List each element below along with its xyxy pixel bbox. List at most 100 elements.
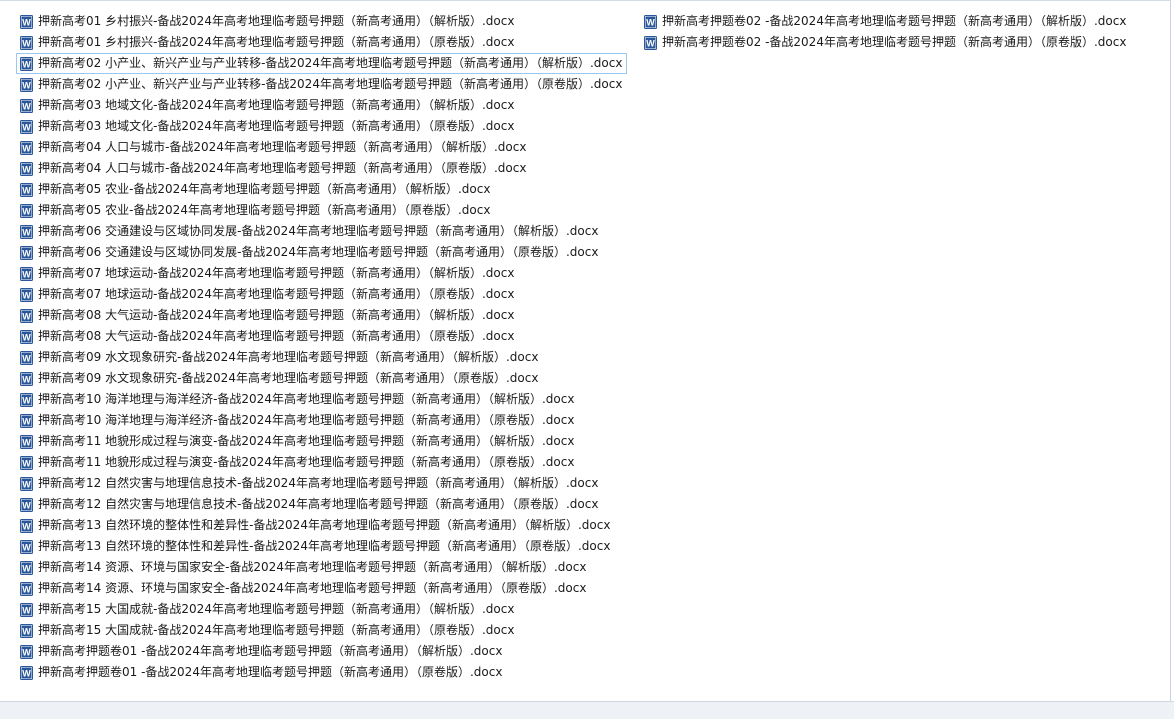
file-name: 押新高考13 自然环境的整体性和差异性-备战2024年高考地理临考题号押题（新高… xyxy=(38,539,611,553)
svg-text:W: W xyxy=(22,479,31,489)
file-item[interactable]: W 押新高考01 乡村振兴-备战2024年高考地理临考题号押题（新高考通用）（解… xyxy=(16,11,627,32)
file-item[interactable]: W 押新高考05 农业-备战2024年高考地理临考题号押题（新高考通用）（原卷版… xyxy=(16,200,627,221)
word-document-icon: W xyxy=(20,245,33,260)
file-name: 押新高考03 地域文化-备战2024年高考地理临考题号押题（新高考通用）（原卷版… xyxy=(38,119,515,133)
file-name: 押新高考07 地球运动-备战2024年高考地理临考题号押题（新高考通用）（原卷版… xyxy=(38,287,515,301)
file-name: 押新高考12 自然灾害与地理信息技术-备战2024年高考地理临考题号押题（新高考… xyxy=(38,476,599,490)
file-item[interactable]: W 押新高考押题卷02 -备战2024年高考地理临考题号押题（新高考通用）（解析… xyxy=(640,11,1131,32)
file-list-pane: W 押新高考01 乡村振兴-备战2024年高考地理临考题号押题（新高考通用）（解… xyxy=(0,0,1171,701)
file-item[interactable]: W 押新高考11 地貌形成过程与演变-备战2024年高考地理临考题号押题（新高考… xyxy=(16,452,627,473)
file-item[interactable]: W 押新高考08 大气运动-备战2024年高考地理临考题号押题（新高考通用）（解… xyxy=(16,305,627,326)
file-item[interactable]: W 押新高考02 小产业、新兴产业与产业转移-备战2024年高考地理临考题号押题… xyxy=(16,53,628,74)
file-item[interactable]: W 押新高考13 自然环境的整体性和差异性-备战2024年高考地理临考题号押题（… xyxy=(16,536,627,557)
file-item[interactable]: W 押新高考14 资源、环境与国家安全-备战2024年高考地理临考题号押题（新高… xyxy=(16,557,627,578)
file-name: 押新高考02 小产业、新兴产业与产业转移-备战2024年高考地理临考题号押题（新… xyxy=(38,77,623,91)
word-document-icon: W xyxy=(20,329,33,344)
file-name: 押新高考04 人口与城市-备战2024年高考地理临考题号押题（新高考通用）（原卷… xyxy=(38,161,527,175)
svg-text:W: W xyxy=(22,311,31,321)
file-name: 押新高考03 地域文化-备战2024年高考地理临考题号押题（新高考通用）（解析版… xyxy=(38,98,515,112)
word-document-icon: W xyxy=(20,98,33,113)
svg-text:W: W xyxy=(22,248,31,258)
file-item[interactable]: W 押新高考10 海洋地理与海洋经济-备战2024年高考地理临考题号押题（新高考… xyxy=(16,410,627,431)
word-document-icon: W xyxy=(20,518,33,533)
svg-text:W: W xyxy=(22,80,31,90)
svg-text:W: W xyxy=(22,605,31,615)
file-name: 押新高考10 海洋地理与海洋经济-备战2024年高考地理临考题号押题（新高考通用… xyxy=(38,413,575,427)
file-item[interactable]: W 押新高考05 农业-备战2024年高考地理临考题号押题（新高考通用）（解析版… xyxy=(16,179,627,200)
file-item[interactable]: W 押新高考07 地球运动-备战2024年高考地理临考题号押题（新高考通用）（解… xyxy=(16,263,627,284)
file-name: 押新高考08 大气运动-备战2024年高考地理临考题号押题（新高考通用）（原卷版… xyxy=(38,329,515,343)
file-item[interactable]: W 押新高考08 大气运动-备战2024年高考地理临考题号押题（新高考通用）（原… xyxy=(16,326,627,347)
svg-text:W: W xyxy=(22,668,31,678)
file-name: 押新高考04 人口与城市-备战2024年高考地理临考题号押题（新高考通用）（解析… xyxy=(38,140,527,154)
file-item[interactable]: W 押新高考07 地球运动-备战2024年高考地理临考题号押题（新高考通用）（原… xyxy=(16,284,627,305)
word-document-icon: W xyxy=(20,455,33,470)
svg-text:W: W xyxy=(22,395,31,405)
file-item[interactable]: W 押新高考01 乡村振兴-备战2024年高考地理临考题号押题（新高考通用）（原… xyxy=(16,32,627,53)
svg-text:W: W xyxy=(22,563,31,573)
word-document-icon: W xyxy=(20,434,33,449)
word-document-icon: W xyxy=(20,581,33,596)
file-item[interactable]: W 押新高考押题卷01 -备战2024年高考地理临考题号押题（新高考通用）（解析… xyxy=(16,641,627,662)
word-document-icon: W xyxy=(20,161,33,176)
word-document-icon: W xyxy=(20,413,33,428)
status-bar xyxy=(0,701,1174,719)
svg-text:W: W xyxy=(22,101,31,111)
svg-text:W: W xyxy=(22,185,31,195)
file-item[interactable]: W 押新高考押题卷01 -备战2024年高考地理临考题号押题（新高考通用）（原卷… xyxy=(16,662,627,683)
file-item[interactable]: W 押新高考押题卷02 -备战2024年高考地理临考题号押题（新高考通用）（原卷… xyxy=(640,32,1131,53)
file-item[interactable]: W 押新高考09 水文现象研究-备战2024年高考地理临考题号押题（新高考通用）… xyxy=(16,368,627,389)
word-document-icon: W xyxy=(20,476,33,491)
file-name: 押新高考09 水文现象研究-备战2024年高考地理临考题号押题（新高考通用）（原… xyxy=(38,371,539,385)
file-name: 押新高考14 资源、环境与国家安全-备战2024年高考地理临考题号押题（新高考通… xyxy=(38,581,587,595)
file-item[interactable]: W 押新高考04 人口与城市-备战2024年高考地理临考题号押题（新高考通用）（… xyxy=(16,158,627,179)
svg-text:W: W xyxy=(22,500,31,510)
svg-text:W: W xyxy=(22,626,31,636)
svg-text:W: W xyxy=(22,437,31,447)
file-name: 押新高考01 乡村振兴-备战2024年高考地理临考题号押题（新高考通用）（解析版… xyxy=(38,14,515,28)
file-item[interactable]: W 押新高考06 交通建设与区域协同发展-备战2024年高考地理临考题号押题（新… xyxy=(16,221,627,242)
file-name: 押新高考押题卷01 -备战2024年高考地理临考题号押题（新高考通用）（原卷版）… xyxy=(38,665,503,679)
word-document-icon: W xyxy=(20,560,33,575)
svg-text:W: W xyxy=(22,59,31,69)
word-document-icon: W xyxy=(20,644,33,659)
file-item[interactable]: W 押新高考02 小产业、新兴产业与产业转移-备战2024年高考地理临考题号押题… xyxy=(16,74,627,95)
file-name: 押新高考15 大国成就-备战2024年高考地理临考题号押题（新高考通用）（解析版… xyxy=(38,602,515,616)
file-item[interactable]: W 押新高考11 地貌形成过程与演变-备战2024年高考地理临考题号押题（新高考… xyxy=(16,431,627,452)
file-item[interactable]: W 押新高考12 自然灾害与地理信息技术-备战2024年高考地理临考题号押题（新… xyxy=(16,494,627,515)
file-name: 押新高考押题卷02 -备战2024年高考地理临考题号押题（新高考通用）（原卷版）… xyxy=(662,35,1127,49)
file-item[interactable]: W 押新高考06 交通建设与区域协同发展-备战2024年高考地理临考题号押题（新… xyxy=(16,242,627,263)
word-document-icon: W xyxy=(20,77,33,92)
file-name: 押新高考01 乡村振兴-备战2024年高考地理临考题号押题（新高考通用）（原卷版… xyxy=(38,35,515,49)
file-name: 押新高考06 交通建设与区域协同发展-备战2024年高考地理临考题号押题（新高考… xyxy=(38,224,599,238)
file-item[interactable]: W 押新高考13 自然环境的整体性和差异性-备战2024年高考地理临考题号押题（… xyxy=(16,515,627,536)
svg-text:W: W xyxy=(646,17,655,27)
file-item[interactable]: W 押新高考12 自然灾害与地理信息技术-备战2024年高考地理临考题号押题（新… xyxy=(16,473,627,494)
svg-text:W: W xyxy=(22,164,31,174)
word-document-icon: W xyxy=(20,224,33,239)
file-name: 押新高考11 地貌形成过程与演变-备战2024年高考地理临考题号押题（新高考通用… xyxy=(38,434,575,448)
file-name: 押新高考押题卷01 -备战2024年高考地理临考题号押题（新高考通用）（解析版）… xyxy=(38,644,503,658)
file-name: 押新高考13 自然环境的整体性和差异性-备战2024年高考地理临考题号押题（新高… xyxy=(38,518,611,532)
svg-text:W: W xyxy=(22,227,31,237)
word-document-icon: W xyxy=(20,287,33,302)
file-name: 押新高考06 交通建设与区域协同发展-备战2024年高考地理临考题号押题（新高考… xyxy=(38,245,599,259)
file-item[interactable]: W 押新高考04 人口与城市-备战2024年高考地理临考题号押题（新高考通用）（… xyxy=(16,137,627,158)
file-name: 押新高考05 农业-备战2024年高考地理临考题号押题（新高考通用）（解析版）.… xyxy=(38,182,491,196)
file-item[interactable]: W 押新高考15 大国成就-备战2024年高考地理临考题号押题（新高考通用）（原… xyxy=(16,620,627,641)
file-item[interactable]: W 押新高考03 地域文化-备战2024年高考地理临考题号押题（新高考通用）（原… xyxy=(16,116,627,137)
file-item[interactable]: W 押新高考14 资源、环境与国家安全-备战2024年高考地理临考题号押题（新高… xyxy=(16,578,627,599)
svg-text:W: W xyxy=(22,458,31,468)
word-document-icon: W xyxy=(644,35,657,50)
svg-text:W: W xyxy=(22,122,31,132)
file-item[interactable]: W 押新高考15 大国成就-备战2024年高考地理临考题号押题（新高考通用）（解… xyxy=(16,599,627,620)
file-name: 押新高考12 自然灾害与地理信息技术-备战2024年高考地理临考题号押题（新高考… xyxy=(38,497,599,511)
file-name: 押新高考10 海洋地理与海洋经济-备战2024年高考地理临考题号押题（新高考通用… xyxy=(38,392,575,406)
svg-text:W: W xyxy=(22,332,31,342)
file-item[interactable]: W 押新高考03 地域文化-备战2024年高考地理临考题号押题（新高考通用）（解… xyxy=(16,95,627,116)
file-item[interactable]: W 押新高考10 海洋地理与海洋经济-备战2024年高考地理临考题号押题（新高考… xyxy=(16,389,627,410)
file-item[interactable]: W 押新高考09 水文现象研究-备战2024年高考地理临考题号押题（新高考通用）… xyxy=(16,347,627,368)
word-document-icon: W xyxy=(20,35,33,50)
file-name: 押新高考11 地貌形成过程与演变-备战2024年高考地理临考题号押题（新高考通用… xyxy=(38,455,575,469)
file-name: 押新高考押题卷02 -备战2024年高考地理临考题号押题（新高考通用）（解析版）… xyxy=(662,14,1127,28)
